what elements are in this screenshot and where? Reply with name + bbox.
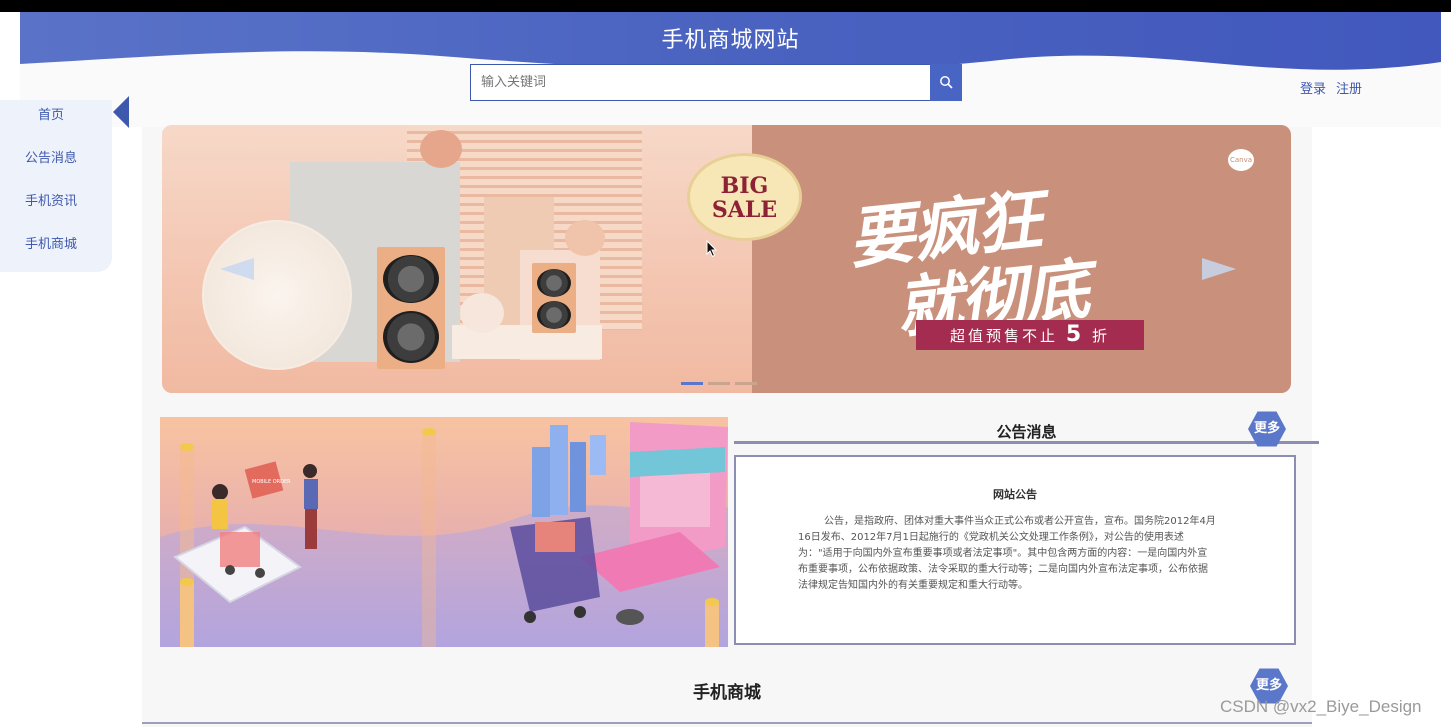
speaker-icon [377, 247, 445, 369]
subline-prefix: 超值预售不止 [950, 327, 1059, 345]
subline-number: 5 [1065, 322, 1085, 347]
search-icon [940, 76, 953, 89]
big-sale-badge: BIG SALE [687, 153, 802, 241]
site-title: 手机商城网站 [661, 28, 800, 53]
shop-section-divider [142, 722, 1312, 724]
banner-carousel[interactable]: BIG SALE 要疯狂 就彻底 超值预售不止 5 折 Canva [162, 125, 1291, 393]
carousel-next-icon[interactable] [1202, 258, 1236, 280]
carousel-dot[interactable] [708, 382, 730, 385]
badge-line: SALE [711, 197, 778, 223]
notice-section-header: 公告消息 [734, 417, 1319, 445]
carousel-dots [681, 370, 762, 389]
mouse-cursor-icon [706, 240, 718, 258]
notice-item-body: 公告，是指政府、团体对重大事件当众正式公布或者公开宣告，宣布。国务院2012年4… [798, 516, 1216, 591]
notice-section-title: 公告消息 [996, 423, 1057, 441]
subline-suffix: 折 [1091, 327, 1110, 345]
nav-active-indicator [113, 96, 129, 128]
carousel-prev-icon[interactable] [220, 258, 254, 280]
notice-content-box: 网站公告 公告，是指政府、团体对重大事件当众正式公布或者公开宣告，宣布。国务院2… [734, 455, 1296, 645]
watermark-text: CSDN @vx2_Biye_Design [1220, 697, 1422, 716]
mobile-order-sign: MOBILE ORDER [252, 479, 291, 485]
banner-sphere [420, 130, 462, 168]
badge-line: BIG [720, 173, 769, 199]
login-link[interactable]: 登录 [1300, 82, 1326, 97]
register-link[interactable]: 注册 [1336, 82, 1362, 97]
shopping-illustration: MOBILE ORDER [160, 417, 728, 647]
shop-section-title: 手机商城 [693, 683, 761, 703]
notice-item-title[interactable]: 网站公告 [736, 486, 1294, 502]
banner-terrazzo-disc [202, 220, 352, 370]
speaker-icon [532, 263, 576, 333]
site-header: 手机商城网站 登录注册 [20, 12, 1441, 127]
notice-divider [734, 441, 1319, 444]
top-black-bar [0, 0, 1451, 12]
nav-active-indicator-wrap [0, 96, 140, 240]
search-input[interactable] [470, 64, 931, 101]
carousel-dot[interactable] [681, 382, 703, 385]
banner-sphere [565, 220, 605, 256]
canva-logo: Canva [1228, 149, 1254, 171]
search-button[interactable] [930, 64, 962, 101]
auth-links: 登录 注册 [1300, 78, 1372, 97]
illustration-art: MOBILE ORDER [160, 422, 728, 647]
promo-subline: 超值预售不止 5 折 [916, 320, 1144, 350]
carousel-dot[interactable] [735, 382, 757, 385]
banner-sphere [460, 293, 504, 333]
